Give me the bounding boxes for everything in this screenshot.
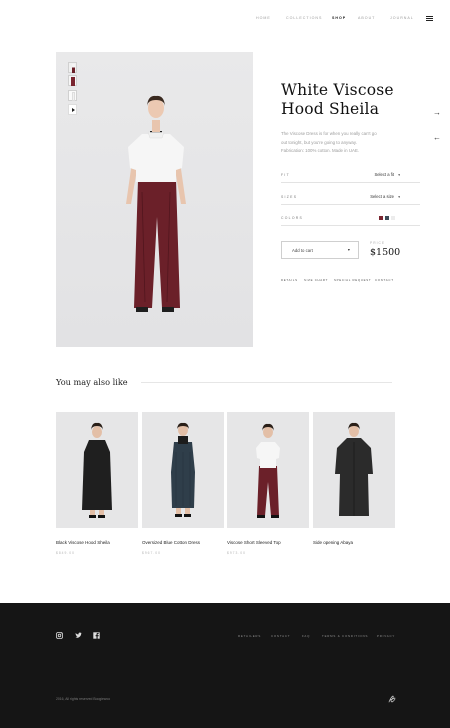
related-product-card-4[interactable] [313, 412, 395, 528]
color-selector: Colors [281, 214, 420, 226]
nav-item-collections[interactable]: Collections [286, 16, 322, 20]
instagram-icon[interactable] [56, 632, 63, 639]
model-figure [335, 422, 373, 516]
related-product-card-1[interactable] [56, 412, 138, 528]
copyright-text: 2016, All rights reserved Boogiewoo [56, 697, 111, 701]
product-description: The Viscose Dress is for when you really… [281, 131, 377, 154]
nav-item-journal[interactable]: Journal [390, 16, 414, 20]
product-title-line-2: Hood Sheila [281, 100, 380, 118]
nav-item-shop[interactable]: Shop [332, 16, 346, 20]
sizes-label: Sizes [281, 195, 298, 199]
footer [0, 603, 450, 728]
nav-item-home[interactable]: Home [256, 16, 271, 20]
footer-link-faq[interactable]: FAQ [302, 634, 310, 638]
related-heading: You may also like [56, 377, 128, 387]
product-title-line-1: White Viscose [281, 81, 394, 99]
related-product-title-4[interactable]: Side opening Abaya [313, 540, 353, 545]
add-to-cart-label: Add to cart [292, 248, 313, 253]
related-product-price-3: $973.00 [227, 551, 246, 555]
fit-selector[interactable]: Fit Select a fit ▾ [281, 171, 420, 183]
model-figure [256, 423, 280, 518]
size-selector[interactable]: Sizes Select a size ▾ [281, 193, 420, 205]
footer-link-terms[interactable]: Terms & Conditions [322, 634, 368, 638]
thumbnail-2[interactable] [68, 75, 77, 86]
chevron-down-icon: ▾ [398, 173, 400, 177]
footer-link-retailers[interactable]: Retailers [238, 634, 261, 638]
related-product-title-2[interactable]: Oversized Blue Cotton Dress [142, 540, 200, 545]
model-figure [126, 95, 186, 312]
thumbnail-3[interactable] [68, 90, 77, 101]
fit-label: Fit [281, 173, 290, 177]
color-swatch-white[interactable] [391, 216, 395, 220]
divider [141, 382, 392, 383]
fit-value[interactable]: Select a fit [374, 172, 394, 177]
signature-logo-icon [388, 695, 396, 703]
add-to-cart-button[interactable]: Add to cart ▾ [281, 241, 359, 259]
chevron-down-icon: ▾ [398, 195, 400, 199]
facebook-icon[interactable] [93, 632, 100, 639]
arrow-right-icon[interactable]: → [433, 108, 441, 117]
footer-link-privacy[interactable]: Privacy [377, 634, 395, 638]
related-product-price-1: $849.00 [56, 551, 75, 555]
color-swatch-slate[interactable] [385, 216, 389, 220]
related-product-price-2: $967.00 [142, 551, 161, 555]
twitter-icon[interactable] [75, 632, 82, 639]
related-product-card-3[interactable] [227, 412, 309, 528]
arrow-left-icon[interactable]: ← [433, 133, 441, 142]
hamburger-icon[interactable] [426, 16, 433, 21]
size-value[interactable]: Select a size [370, 194, 394, 199]
colors-label: Colors [281, 216, 304, 220]
color-swatch-maroon[interactable] [379, 216, 383, 220]
related-product-card-2[interactable] [142, 412, 224, 528]
link-size-chart[interactable]: Size chart [304, 278, 328, 282]
model-figure [171, 422, 195, 517]
related-product-title-1[interactable]: Black Viscose Hood Sheila [56, 540, 110, 545]
product-main-image [56, 52, 253, 347]
video-thumbnail[interactable] [68, 104, 77, 115]
footer-link-contact[interactable]: Contact [271, 634, 290, 638]
model-figure [82, 422, 112, 518]
link-details[interactable]: Details [281, 278, 298, 282]
price-label: Price [370, 241, 386, 245]
nav-item-about[interactable]: About [358, 16, 375, 20]
chevron-down-icon: ▾ [347, 247, 350, 252]
product-title: White Viscose Hood Sheila [281, 81, 411, 119]
play-icon [72, 108, 75, 112]
link-special-request[interactable]: Special request [334, 278, 371, 282]
thumbnail-1[interactable] [68, 62, 77, 73]
related-product-title-3[interactable]: Viscose Short Sleeved Top [227, 540, 281, 545]
product-price: $1500 [370, 247, 401, 258]
link-contact[interactable]: Contact [375, 278, 394, 282]
